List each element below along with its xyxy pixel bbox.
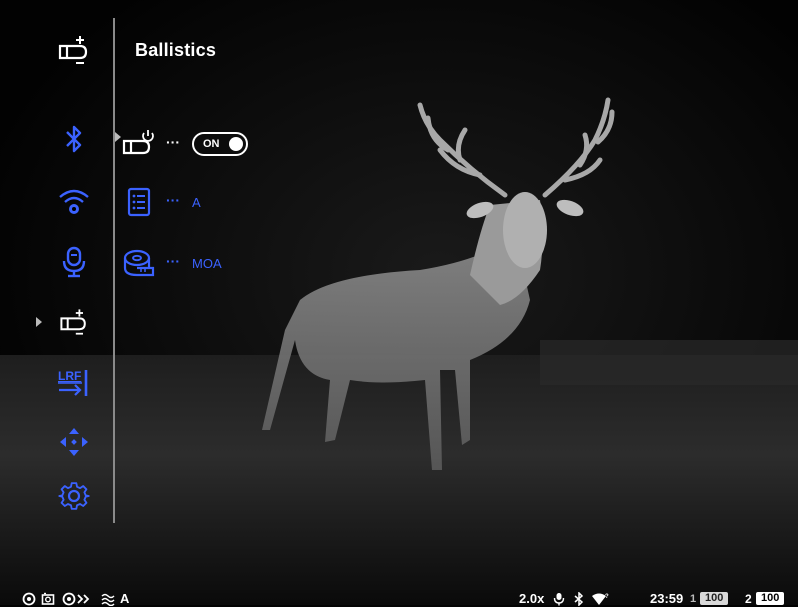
wifi-gear-icon (59, 189, 89, 214)
bluetooth-icon (573, 590, 585, 607)
bullet-plus-minus-icon (60, 309, 86, 335)
camera-icon (41, 590, 55, 607)
thermal-viewfinder-screen: Ballistics LRF ··· ON ··· A ··· MOA A 2.… (0, 0, 798, 607)
sidebar-item-wifi-settings[interactable] (52, 180, 96, 224)
sidebar-item-bluetooth[interactable] (52, 117, 96, 161)
clock: 23:59 (650, 591, 684, 606)
bluetooth-icon (66, 125, 82, 153)
microphone-icon (553, 590, 565, 607)
sidebar-item-zeroing[interactable] (52, 420, 96, 464)
bullet-power-icon (120, 126, 158, 162)
gear-icon (58, 482, 90, 510)
power-toggle[interactable]: ON (192, 132, 248, 156)
option-dots: ··· (166, 134, 180, 150)
option-power[interactable]: ··· ON (120, 126, 248, 162)
sidebar-selection-arrow (36, 317, 42, 327)
svg-text:LRF: LRF (58, 369, 81, 383)
sidebar-item-microphone[interactable] (52, 240, 96, 284)
toggle-knob (229, 137, 243, 151)
target-icon (22, 590, 36, 607)
zoom-level: 2.0x (519, 591, 545, 606)
svg-text:?: ? (605, 594, 609, 600)
menu-divider (113, 18, 115, 523)
units-value: MOA (192, 255, 222, 271)
microphone-icon (62, 246, 86, 278)
option-units[interactable]: ··· MOA (120, 245, 222, 281)
bullet-plus-minus-icon (54, 30, 94, 70)
wave-filter-icon (101, 590, 117, 607)
sidebar-item-lrf[interactable]: LRF (52, 360, 96, 404)
battery-1-level: 100 (700, 592, 729, 605)
mode-label: A (120, 591, 130, 606)
lrf-icon: LRF (58, 369, 88, 396)
page-title: Ballistics (135, 40, 217, 60)
option-dots: ··· (166, 253, 180, 269)
option-dots: ··· (166, 192, 180, 208)
battery-2-label: 2 (745, 591, 752, 606)
profile-value: A (192, 194, 201, 210)
status-bar: A 2.0x ? 23:59 1 100 2 100 (0, 590, 798, 607)
sidebar-item-settings[interactable] (52, 474, 96, 518)
toggle-label: ON (203, 138, 220, 150)
tape-measure-icon (120, 245, 158, 281)
sidebar-item-ballistics[interactable] (52, 300, 96, 344)
battery-1-label: 1 (690, 592, 697, 605)
option-profile[interactable]: ··· A (120, 184, 201, 220)
stream-icon (62, 590, 96, 607)
list-icon (120, 184, 158, 220)
crosshair-arrows-icon (60, 428, 88, 456)
wifi-icon: ? (591, 590, 609, 607)
battery-2-level: 100 (756, 592, 785, 605)
